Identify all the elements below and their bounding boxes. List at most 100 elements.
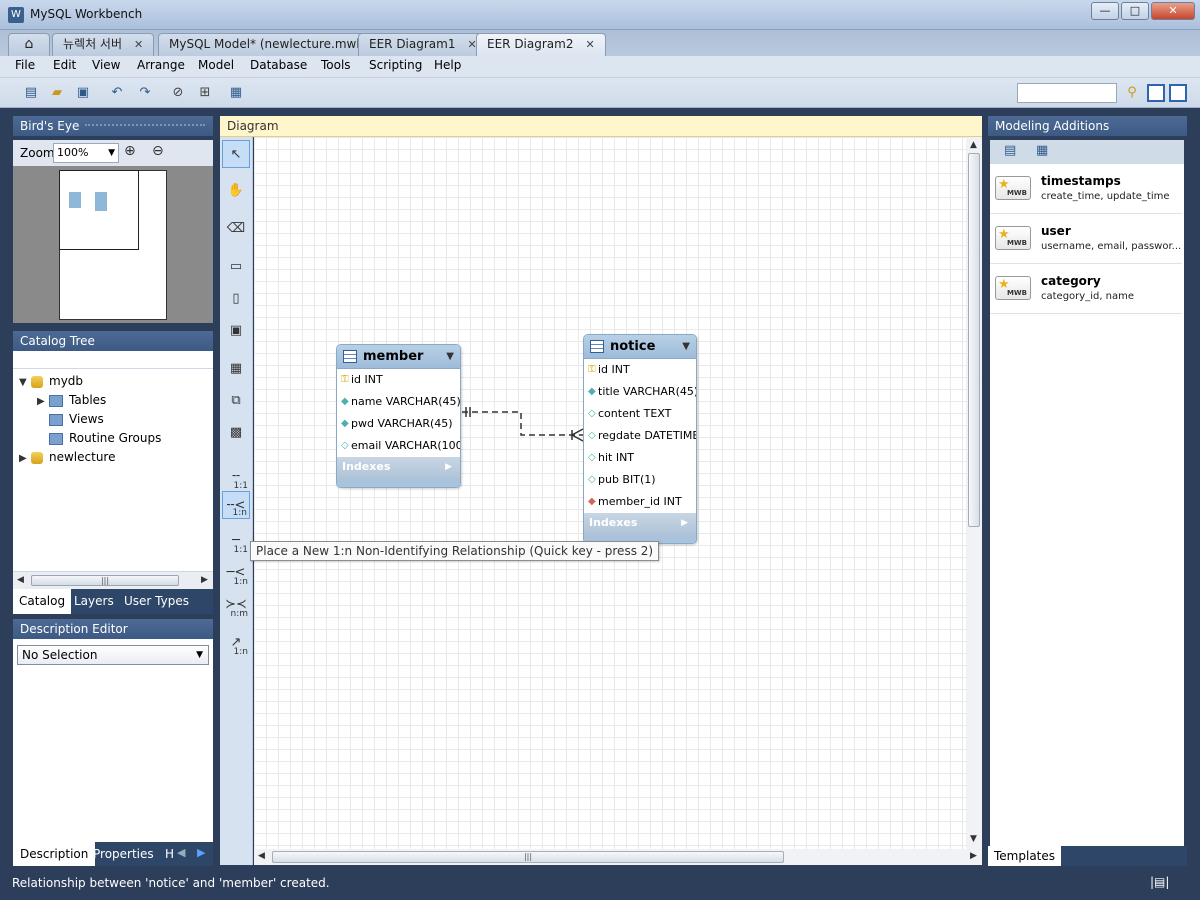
birds-eye-view[interactable] [13,166,213,323]
close-tab-icon[interactable]: ✕ [134,38,143,51]
tab-user-types[interactable]: User Types [118,589,195,614]
expand-indexes-icon[interactable]: ▶ [445,457,452,477]
tab-layers[interactable]: Layers [68,589,120,614]
relationship-existing-columns-icon[interactable]: ↗ 1:n [222,629,250,657]
relationship-n-m-icon[interactable]: ≻≺ n:m [222,591,250,619]
column-row[interactable]: ◇ content TEXT [584,403,696,425]
tab-properties[interactable]: Properties [86,842,161,866]
tab-eer-diagram2[interactable]: EER Diagram2 ✕ [476,33,606,56]
tree-item-views[interactable]: Views [37,410,104,429]
menu-scripting[interactable]: Scripting [369,58,422,72]
expand-toggle-icon[interactable]: ▶ [19,449,31,468]
collapse-arrow-icon[interactable]: ▼ [446,345,454,369]
toggle-grid-icon[interactable]: ⊘ [169,84,187,102]
entity-member[interactable]: member ▼ ⚿ id INT ◆ name VARCHAR(45) ◆ pwd … [336,344,461,488]
column-row[interactable]: ◇ hit INT [584,447,696,469]
scroll-left-icon[interactable]: ◀ [258,851,265,861]
column-row[interactable]: ◇ email VARCHAR(100) [337,435,460,457]
tab-eer-diagram1[interactable]: EER Diagram1 ✕ [358,33,488,56]
canvas-horizontal-scrollbar[interactable]: ◀ ||| ▶ [254,849,982,865]
expand-indexes-icon[interactable]: ▶ [681,513,688,533]
layer-tool-icon[interactable]: ▭ [222,253,250,281]
column-row[interactable]: ◆ member_id INT [584,491,696,513]
scroll-down-icon[interactable]: ▼ [970,834,977,844]
template-user[interactable]: ★ MWB user username, email, passwor... [990,214,1182,264]
indexes-section[interactable]: Indexes ▶ [337,457,460,479]
maximize-button[interactable]: □ [1121,2,1149,20]
column-row[interactable]: ⚿ id INT [337,369,460,391]
save-model-icon[interactable]: ▣ [74,84,92,102]
catalog-horizontal-scrollbar[interactable]: ◀ ||| ▶ [13,571,213,589]
menu-file[interactable]: File [15,58,35,72]
undo-icon[interactable]: ↶ [108,84,126,102]
member-notice-relationship-line[interactable] [462,407,584,442]
edit-templates-icon[interactable]: ▦ [1036,143,1048,158]
output-panel-toggle-icon[interactable]: |▤| [1150,875,1169,889]
entity-notice[interactable]: notice ▼ ⚿ id INT ◆ title VARCHAR(45) ◇ con… [583,334,697,544]
table-tool-icon[interactable]: ▦ [222,355,250,383]
image-tool-icon[interactable]: ▣ [222,317,250,345]
redo-icon[interactable]: ↷ [136,84,154,102]
canvas-vertical-scrollbar[interactable]: ▲ ▼ [966,137,982,849]
tree-item-newlecture[interactable]: ▶ newlecture [19,448,115,467]
scroll-left-icon[interactable]: ◀ [17,575,24,585]
catalog-filter-input[interactable] [13,351,213,369]
menu-database[interactable]: Database [250,58,307,72]
menu-view[interactable]: View [92,58,120,72]
align-to-grid-icon[interactable]: ⊞ [196,84,214,102]
home-tab-icon[interactable]: ⌂ [8,33,50,56]
column-row[interactable]: ◇ pub BIT(1) [584,469,696,491]
minimize-button[interactable]: — [1091,2,1119,20]
zoom-out-icon[interactable]: ⊖ [152,143,164,159]
scroll-up-icon[interactable]: ▲ [970,140,977,150]
column-row[interactable]: ◆ name VARCHAR(45) [337,391,460,413]
tab-server-connection[interactable]: 뉴렉처 서버 ✕ [52,33,155,56]
add-template-icon[interactable]: ▤ [1004,143,1016,158]
tab-scroll-left-icon[interactable]: ◀ [177,846,185,859]
tree-item-mydb[interactable]: ▼ mydb [19,372,83,391]
tab-catalog[interactable]: Catalog [13,589,72,614]
diagram-canvas[interactable]: member ▼ ⚿ id INT ◆ name VARCHAR(45) ◆ pwd … [254,137,966,849]
collapse-arrow-icon[interactable]: ▼ [682,335,690,359]
menu-tools[interactable]: Tools [321,58,351,72]
expand-toggle-icon[interactable]: ▼ [19,373,31,392]
zoom-in-icon[interactable]: ⊕ [124,143,136,159]
view-tool-icon[interactable]: ⧉ [222,387,250,415]
close-tab-icon[interactable]: ✕ [585,38,594,51]
tab-scroll-right-icon[interactable]: ▶ [197,846,205,859]
column-row[interactable]: ⚿ id INT [584,359,696,381]
description-object-select[interactable]: No Selection ▼ [17,645,209,665]
expand-toggle-icon[interactable]: ▶ [37,392,49,411]
tree-item-tables[interactable]: ▶ Tables [37,391,106,410]
entity-header[interactable]: notice ▼ [584,335,696,359]
scrollbar-thumb[interactable]: ||| [31,575,179,586]
scroll-right-icon[interactable]: ▶ [201,575,208,585]
search-input[interactable] [1017,83,1117,103]
tab-templates[interactable]: Templates [988,846,1062,866]
column-row[interactable]: ◆ pwd VARCHAR(45) [337,413,460,435]
note-tool-icon[interactable]: ▯ [222,285,250,313]
scroll-right-icon[interactable]: ▶ [970,851,977,861]
close-window-button[interactable]: ✕ [1151,2,1195,20]
column-row[interactable]: ◆ title VARCHAR(45) [584,381,696,403]
scrollbar-thumb[interactable]: ||| [272,851,784,863]
relationship-1-n-identifying-icon[interactable]: ─< 1:n [222,559,250,587]
description-editor[interactable]: No Selection ▼ [13,639,213,842]
zoom-select[interactable]: 100% ▼ [53,143,119,163]
menu-help[interactable]: Help [434,58,461,72]
template-category[interactable]: ★ MWB category category_id, name [990,264,1182,314]
relationship-1-1-non-identifying-icon[interactable]: ╌ 1:1 [222,463,250,491]
relationship-1-1-identifying-icon[interactable]: ─ 1:1 [222,527,250,555]
column-row[interactable]: ◇ regdate DATETIME [584,425,696,447]
tab-description[interactable]: Description [13,842,96,866]
toggle-secondary-sidebar-icon[interactable] [1169,84,1187,102]
routine-group-tool-icon[interactable]: ▩ [222,419,250,447]
menu-arrange[interactable]: Arrange [137,58,185,72]
entity-header[interactable]: member ▼ [337,345,460,369]
template-timestamps[interactable]: ★ MWB timestamps create_time, update_time [990,164,1182,214]
tree-item-routine-groups[interactable]: Routine Groups [37,429,161,448]
hand-tool-icon[interactable]: ✋ [222,177,250,205]
relationship-1-n-non-identifying-icon[interactable]: ╌< 1:n [222,491,250,519]
search-icon[interactable]: ⚲ [1123,84,1141,102]
new-model-icon[interactable]: ▤ [22,84,40,102]
